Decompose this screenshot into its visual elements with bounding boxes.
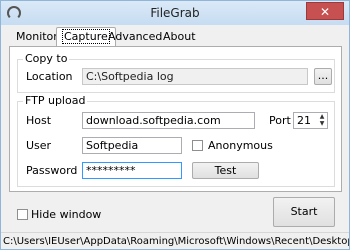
user-field[interactable]: Softpedia — [82, 137, 182, 154]
browse-button[interactable]: ... — [314, 68, 332, 85]
port-label: Port — [269, 114, 291, 127]
copy-to-group-title: Copy to — [23, 52, 70, 65]
tab-about[interactable]: About — [158, 28, 201, 46]
password-label: Password — [26, 164, 78, 177]
tab-monitor-label: Monitor — [16, 30, 58, 43]
tab-about-label: About — [163, 30, 196, 43]
start-button[interactable]: Start — [273, 197, 335, 227]
app-window: FileGrab ✕ Monitor Capture Advanced Abou… — [0, 0, 350, 250]
title-bar[interactable]: FileGrab ✕ — [1, 1, 349, 25]
location-label: Location — [26, 70, 73, 83]
port-value: 21 — [297, 114, 311, 127]
user-label: User — [26, 139, 52, 152]
anonymous-label[interactable]: Anonymous — [208, 139, 273, 152]
close-icon[interactable]: ✕ — [306, 2, 344, 20]
anonymous-checkbox[interactable] — [192, 140, 203, 151]
copy-to-group: Copy to Location C:\Softpedia log ... — [17, 52, 335, 93]
status-bar: C:\Users\IEUser\AppData\Roaming\Microsof… — [1, 232, 349, 249]
hide-window-label[interactable]: Hide window — [31, 208, 101, 221]
capture-tab-panel: Copy to Location C:\Softpedia log ... FT… — [9, 46, 342, 192]
location-field[interactable]: C:\Softpedia log — [82, 68, 308, 85]
window-title: FileGrab — [150, 6, 200, 20]
port-spinner[interactable]: 21 ▲ ▼ — [293, 112, 328, 129]
test-button[interactable]: Test — [192, 162, 259, 179]
tab-advanced-label: Advanced — [108, 30, 163, 43]
password-field[interactable]: ********* — [82, 162, 182, 179]
ftp-group-title: FTP upload — [23, 94, 88, 107]
ftp-upload-group: FTP upload Host download.softpedia.com P… — [17, 94, 335, 187]
host-field[interactable]: download.softpedia.com — [82, 112, 255, 129]
spin-arrows-icon[interactable]: ▲ ▼ — [317, 113, 327, 128]
hide-window-checkbox[interactable] — [17, 209, 28, 220]
host-label: Host — [26, 114, 52, 127]
